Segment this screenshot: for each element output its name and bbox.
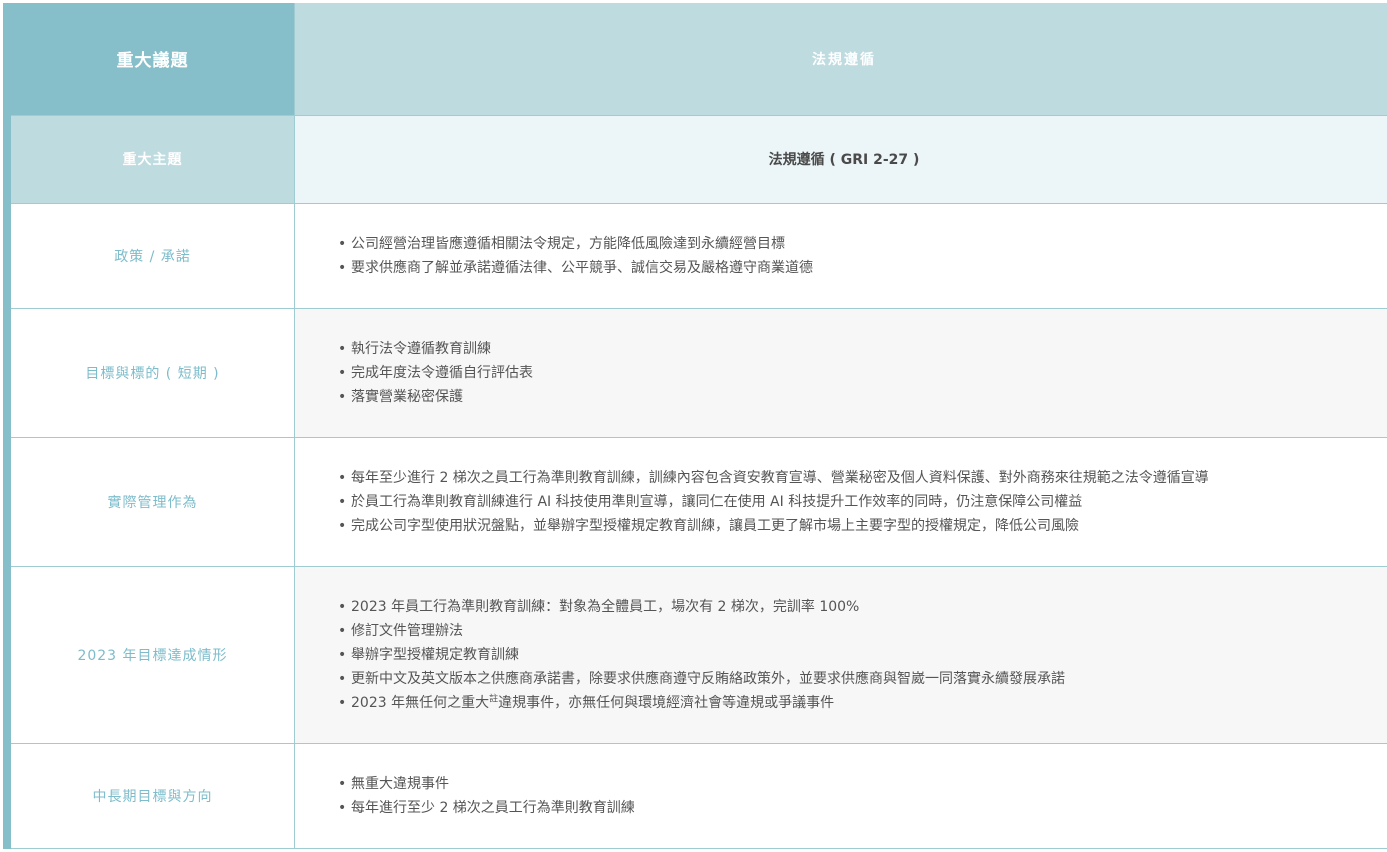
short-term-content: 執行法令遵循教育訓練 完成年度法令遵循自行評估表 落實營業秘密保護 bbox=[294, 307, 1387, 438]
long-term-label: 中長期目標與方向 bbox=[3, 742, 295, 849]
achievement-content: 2023 年員工行為準則教育訓練：對象為全體員工，場次有 2 梯次，完訓率 10… bbox=[294, 565, 1387, 744]
actions-label: 實際管理作為 bbox=[3, 436, 295, 567]
achievement-label: 2023 年目標達成情形 bbox=[3, 565, 295, 744]
policy-row: 政策 / 承諾 公司經營治理皆應遵循相關法令規定，方能降低風險達到永續經營目標 … bbox=[3, 202, 1387, 309]
issue-label: 重大議題 bbox=[3, 3, 295, 116]
header-row: 重大議題 法規遵循 bbox=[3, 3, 1387, 116]
list-item: 修訂文件管理辦法 bbox=[338, 619, 1387, 643]
theme-label: 重大主題 bbox=[3, 114, 295, 204]
list-item: 完成公司字型使用狀況盤點，並舉辦字型授權規定教育訓練，讓員工更了解市場上主要字型… bbox=[338, 514, 1387, 538]
short-term-label: 目標與標的 ( 短期 ) bbox=[3, 307, 295, 438]
actions-list: 每年至少進行 2 梯次之員工行為準則教育訓練，訓練內容包含資安教育宣導、營業秘密… bbox=[295, 466, 1387, 538]
policy-content: 公司經營治理皆應遵循相關法令規定，方能降低風險達到永續經營目標 要求供應商了解並… bbox=[294, 202, 1387, 309]
list-item: 更新中文及英文版本之供應商承諾書，除要求供應商遵守反賄絡政策外，並要求供應商與智… bbox=[338, 667, 1387, 691]
list-item: 執行法令遵循教育訓練 bbox=[338, 337, 1387, 361]
list-item: 要求供應商了解並承諾遵循法律、公平競爭、誠信交易及嚴格遵守商業道德 bbox=[338, 256, 1387, 280]
list-item: 每年進行至少 2 梯次之員工行為準則教育訓練 bbox=[338, 796, 1387, 820]
list-item: 無重大違規事件 bbox=[338, 772, 1387, 796]
actions-row: 實際管理作為 每年至少進行 2 梯次之員工行為準則教育訓練，訓練內容包含資安教育… bbox=[3, 436, 1387, 567]
short-term-row: 目標與標的 ( 短期 ) 執行法令遵循教育訓練 完成年度法令遵循自行評估表 落實… bbox=[3, 307, 1387, 438]
list-item: 公司經營治理皆應遵循相關法令規定，方能降低風險達到永續經營目標 bbox=[338, 232, 1387, 256]
theme-row: 重大主題 法規遵循 ( GRI 2-27 ) bbox=[3, 114, 1387, 204]
material-topic-table: 重大議題 法規遵循 重大主題 法規遵循 ( GRI 2-27 ) 政策 / 承諾… bbox=[3, 3, 1387, 849]
achievement-row: 2023 年目標達成情形 2023 年員工行為準則教育訓練：對象為全體員工，場次… bbox=[3, 565, 1387, 744]
short-term-list: 執行法令遵循教育訓練 完成年度法令遵循自行評估表 落實營業秘密保護 bbox=[295, 337, 1387, 409]
material-topic-table-container: 重大議題 法規遵循 重大主題 法規遵循 ( GRI 2-27 ) 政策 / 承諾… bbox=[3, 3, 1387, 849]
long-term-row: 中長期目標與方向 無重大違規事件 每年進行至少 2 梯次之員工行為準則教育訓練 bbox=[3, 742, 1387, 849]
long-term-list: 無重大違規事件 每年進行至少 2 梯次之員工行為準則教育訓練 bbox=[295, 772, 1387, 820]
list-item: 2023 年員工行為準則教育訓練：對象為全體員工，場次有 2 梯次，完訓率 10… bbox=[338, 595, 1387, 619]
issue-value: 法規遵循 bbox=[294, 3, 1387, 116]
list-item: 舉辦字型授權規定教育訓練 bbox=[338, 643, 1387, 667]
achievement-list: 2023 年員工行為準則教育訓練：對象為全體員工，場次有 2 梯次，完訓率 10… bbox=[295, 595, 1387, 715]
list-item: 落實營業秘密保護 bbox=[338, 385, 1387, 409]
list-item: 完成年度法令遵循自行評估表 bbox=[338, 361, 1387, 385]
list-item: 2023 年無任何之重大註違規事件，亦無任何與環境經濟社會等違規或爭議事件 bbox=[338, 691, 1387, 715]
policy-label: 政策 / 承諾 bbox=[3, 202, 295, 309]
actions-content: 每年至少進行 2 梯次之員工行為準則教育訓練，訓練內容包含資安教育宣導、營業秘密… bbox=[294, 436, 1387, 567]
footnote-marker: 註 bbox=[489, 693, 499, 704]
policy-list: 公司經營治理皆應遵循相關法令規定，方能降低風險達到永續經營目標 要求供應商了解並… bbox=[295, 232, 1387, 280]
list-item-text: 2023 年無任何之重大 bbox=[351, 694, 490, 711]
list-item-text: 違規事件，亦無任何與環境經濟社會等違規或爭議事件 bbox=[498, 694, 835, 711]
list-item: 每年至少進行 2 梯次之員工行為準則教育訓練，訓練內容包含資安教育宣導、營業秘密… bbox=[338, 466, 1387, 490]
long-term-content: 無重大違規事件 每年進行至少 2 梯次之員工行為準則教育訓練 bbox=[294, 742, 1387, 849]
list-item: 於員工行為準則教育訓練進行 AI 科技使用準則宣導，讓同仁在使用 AI 科技提升… bbox=[338, 490, 1387, 514]
theme-value: 法規遵循 ( GRI 2-27 ) bbox=[294, 114, 1387, 204]
